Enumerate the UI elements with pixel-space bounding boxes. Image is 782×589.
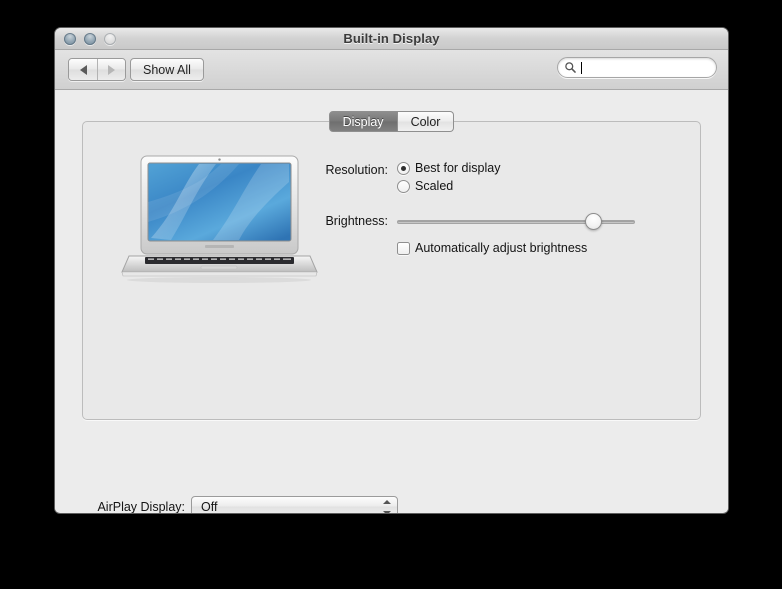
show-all-label: Show All <box>143 63 191 77</box>
window-title: Built-in Display <box>55 31 728 46</box>
brightness-slider[interactable] <box>397 220 635 224</box>
auto-adjust-brightness-label: Automatically adjust brightness <box>415 241 587 255</box>
show-all-button[interactable]: Show All <box>130 58 204 81</box>
search-icon <box>564 61 577 74</box>
brightness-label: Brightness: <box>293 214 388 228</box>
brightness-slider-knob[interactable] <box>585 213 602 230</box>
radio-scaled-icon <box>397 180 410 193</box>
radio-scaled-label: Scaled <box>415 179 453 193</box>
toolbar: Show All <box>55 50 728 90</box>
tab-display-label: Display <box>343 115 384 129</box>
tab-bar: Display Color <box>55 111 728 132</box>
airplay-display-label: AirPlay Display: <box>75 500 185 513</box>
search-text-cursor <box>581 62 582 74</box>
forward-arrow-icon <box>108 65 115 75</box>
airplay-display-popup-button[interactable]: Off <box>191 496 398 513</box>
back-arrow-icon <box>80 65 87 75</box>
auto-adjust-brightness-checkbox[interactable]: Automatically adjust brightness <box>397 241 587 255</box>
back-button[interactable] <box>69 59 97 80</box>
radio-best-for-display[interactable]: Best for display <box>397 161 500 175</box>
navigation-segmented-control[interactable] <box>68 58 126 81</box>
forward-button[interactable] <box>97 59 125 80</box>
radio-best-for-display-icon <box>397 162 410 175</box>
tab-color-label: Color <box>411 115 441 129</box>
system-preferences-window: Built-in Display Show All Dis <box>55 28 728 513</box>
resolution-label: Resolution: <box>293 163 388 177</box>
preference-pane-content: Display Color <box>55 90 728 512</box>
search-input[interactable] <box>557 57 717 78</box>
airplay-display-value: Off <box>201 500 217 514</box>
display-tab-panel: Resolution: Best for display Scaled Brig… <box>82 121 701 420</box>
radio-scaled[interactable]: Scaled <box>397 179 453 193</box>
window-titlebar[interactable]: Built-in Display <box>55 28 728 50</box>
radio-best-for-display-label: Best for display <box>415 161 500 175</box>
tab-color[interactable]: Color <box>398 111 455 132</box>
up-down-stepper-icon <box>382 500 391 513</box>
auto-adjust-brightness-checkbox-box <box>397 242 410 255</box>
tab-display[interactable]: Display <box>329 111 398 132</box>
macbook-air-display-preview-icon <box>121 150 318 285</box>
